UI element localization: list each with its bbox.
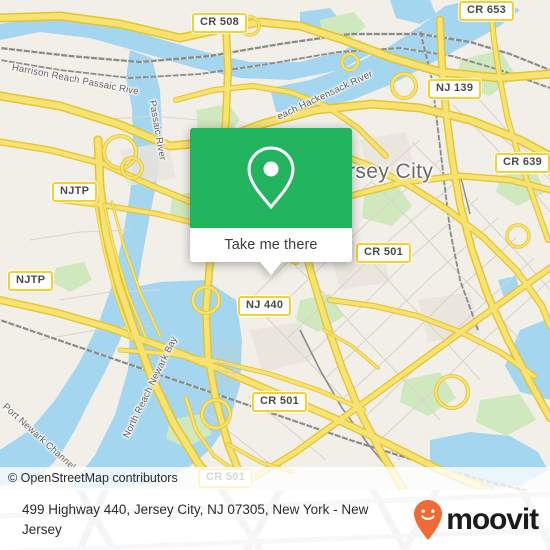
location-popup[interactable]: Take me there — [190, 128, 352, 275]
address-text: 499 Highway 440, Jersey City, NJ 07305, … — [22, 502, 369, 537]
moovit-brand[interactable]: moovit — [413, 499, 550, 541]
map-screenshot: Harrison Reach Passaic Rive Passaic Rive… — [0, 0, 550, 550]
map-pin-icon — [247, 146, 295, 210]
shield-cr-653[interactable]: CR 653 — [459, 1, 515, 21]
osm-attribution[interactable]: © OpenStreetMap contributors — [0, 467, 550, 490]
moovit-smiley-pin-icon — [414, 500, 443, 540]
footer-bar: 499 Highway 440, Jersey City, NJ 07305, … — [0, 490, 550, 550]
popup-footer[interactable]: Take me there — [190, 228, 352, 275]
popup-header — [190, 128, 352, 228]
shield-cr-501-upper[interactable]: CR 501 — [356, 243, 412, 263]
take-me-there-label: Take me there — [224, 237, 318, 253]
shield-cr-508[interactable]: CR 508 — [192, 13, 248, 33]
shield-nj-440[interactable]: NJ 440 — [238, 296, 292, 316]
shield-cr-639[interactable]: CR 639 — [495, 153, 550, 173]
shield-nj-139[interactable]: NJ 139 — [428, 79, 482, 99]
shield-cr-501-middle[interactable]: CR 501 — [252, 392, 308, 412]
shield-njtp-upper[interactable]: NJTP — [52, 182, 98, 202]
moovit-wordmark: moovit — [446, 503, 539, 536]
popup-tail — [260, 262, 282, 275]
shield-njtp-lower[interactable]: NJTP — [8, 271, 54, 291]
